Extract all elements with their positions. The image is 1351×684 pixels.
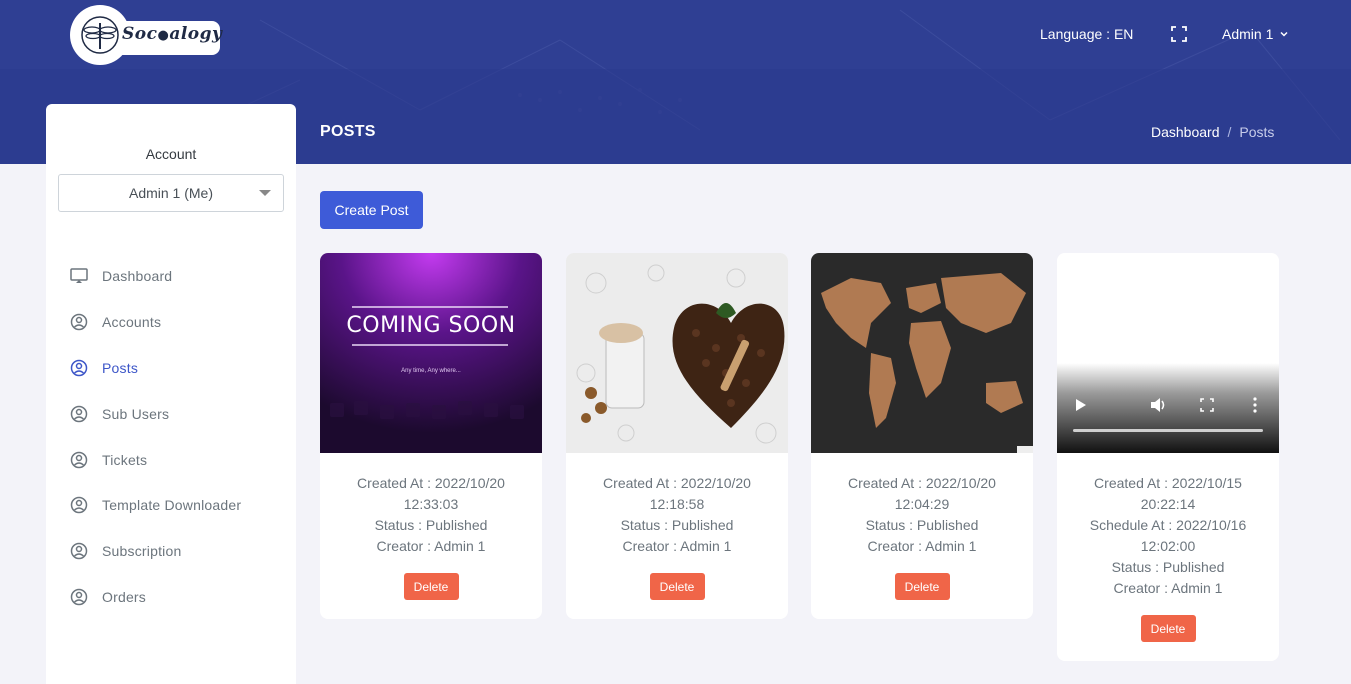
- post-info: Created At : 2022/10/20 12:04:29 Status …: [811, 453, 1033, 557]
- sidebar-item-label: Dashboard: [102, 268, 173, 284]
- create-post-button[interactable]: Create Post: [320, 191, 423, 229]
- breadcrumb-dashboard[interactable]: Dashboard: [1151, 124, 1220, 140]
- post-creator: Creator : Admin 1: [622, 538, 732, 554]
- user-circle-icon: [70, 496, 88, 514]
- user-circle-icon: [70, 313, 88, 331]
- account-select[interactable]: Admin 1 (Me): [58, 174, 284, 212]
- monitor-icon: [70, 268, 88, 283]
- sidebar-item-subscription[interactable]: Subscription: [70, 539, 290, 563]
- post-creator: Creator : Admin 1: [376, 538, 486, 554]
- post-creator: Creator : Admin 1: [867, 538, 977, 554]
- sidebar-item-dashboard[interactable]: Dashboard: [70, 264, 290, 288]
- user-circle-icon: [70, 542, 88, 560]
- more-options-icon[interactable]: [1252, 397, 1258, 413]
- post-status: Status : Published: [620, 517, 734, 533]
- user-circle-icon: [70, 451, 88, 469]
- post-info: Created At : 2022/10/15 20:22:14 Schedul…: [1057, 453, 1279, 599]
- world-map-image: [811, 253, 1033, 453]
- account-select-value: Admin 1 (Me): [128, 185, 214, 201]
- delete-button[interactable]: Delete: [1140, 615, 1196, 642]
- breadcrumb: Dashboard / Posts: [1151, 124, 1274, 140]
- brand-logo[interactable]: Soc●alogy: [70, 5, 223, 65]
- dragonfly-icon: [81, 16, 119, 54]
- post-status: Status : Published: [1111, 559, 1225, 575]
- caret-down-icon: [259, 190, 271, 196]
- sidebar-item-label: Template Downloader: [102, 497, 242, 513]
- post-card: Created At : 2022/10/15 20:22:14 Schedul…: [1057, 253, 1279, 661]
- post-image[interactable]: [811, 253, 1033, 453]
- sidebar-item-label: Posts: [102, 360, 139, 376]
- image-subcaption: Any time, Any where...: [401, 368, 461, 374]
- breadcrumb-separator: /: [1227, 124, 1232, 140]
- post-image[interactable]: COMING SOON Any time, Any where...: [320, 253, 542, 453]
- created-time: 20:22:14: [1140, 496, 1196, 512]
- play-icon[interactable]: [1075, 398, 1087, 412]
- sidebar-item-label: Sub Users: [102, 406, 170, 422]
- coming-soon-image: [320, 253, 542, 453]
- logo-text: Soc●alogy: [122, 24, 223, 44]
- account-label: Account: [145, 146, 197, 162]
- created-date: Created At : 2022/10/20: [603, 475, 751, 491]
- post-status: Status : Published: [374, 517, 488, 533]
- post-status: Status : Published: [865, 517, 979, 533]
- sidebar-item-orders[interactable]: Orders: [70, 585, 290, 609]
- user-circle-icon: [70, 359, 88, 377]
- user-circle-icon: [70, 405, 88, 423]
- sidebar-item-posts[interactable]: Posts: [70, 356, 290, 380]
- user-menu[interactable]: Admin 1: [1222, 26, 1289, 42]
- post-image[interactable]: [566, 253, 788, 453]
- sidebar-item-accounts[interactable]: Accounts: [70, 310, 290, 334]
- sidebar: Account Admin 1 (Me) Dashboard Accounts: [46, 104, 296, 684]
- user-name: Admin 1: [1222, 26, 1274, 42]
- post-card: Created At : 2022/10/20 12:04:29 Status …: [811, 253, 1033, 619]
- page-title: POSTS: [320, 123, 376, 140]
- delete-button[interactable]: Delete: [894, 573, 950, 600]
- created-date: Created At : 2022/10/20: [848, 475, 996, 491]
- fullscreen-icon[interactable]: [1200, 398, 1214, 412]
- sidebar-item-template-downloader[interactable]: Template Downloader: [70, 493, 290, 517]
- sidebar-item-label: Orders: [102, 589, 146, 605]
- image-caption: COMING SOON: [346, 313, 516, 338]
- created-time: 12:18:58: [649, 496, 705, 512]
- delete-button[interactable]: Delete: [403, 573, 459, 600]
- user-circle-icon: [70, 588, 88, 606]
- chevron-down-icon: [1280, 31, 1288, 37]
- created-time: 12:33:03: [403, 496, 459, 512]
- post-info: Created At : 2022/10/20 12:18:58 Status …: [566, 453, 788, 557]
- sidebar-item-label: Tickets: [102, 452, 148, 468]
- created-time: 12:04:29: [894, 496, 950, 512]
- coffee-heart-image: [566, 253, 788, 453]
- post-card: COMING SOON Any time, Any where... Creat…: [320, 253, 542, 619]
- sidebar-item-tickets[interactable]: Tickets: [70, 448, 290, 472]
- video-progress-bar[interactable]: [1073, 429, 1263, 432]
- post-creator: Creator : Admin 1: [1113, 580, 1223, 596]
- breadcrumb-current: Posts: [1239, 124, 1275, 140]
- delete-button[interactable]: Delete: [649, 573, 705, 600]
- sidebar-item-label: Subscription: [102, 543, 182, 559]
- post-video[interactable]: [1057, 253, 1279, 453]
- schedule-date: Schedule At : 2022/10/16: [1089, 517, 1247, 533]
- sidebar-item-sub-users[interactable]: Sub Users: [70, 402, 290, 426]
- language-selector[interactable]: Language : EN: [1040, 26, 1133, 42]
- schedule-time: 12:02:00: [1140, 538, 1196, 554]
- video-player: [1057, 253, 1279, 453]
- created-date: Created At : 2022/10/15: [1094, 475, 1242, 491]
- volume-icon[interactable]: [1150, 397, 1168, 413]
- post-info: Created At : 2022/10/20 12:33:03 Status …: [320, 453, 542, 557]
- post-card: Created At : 2022/10/20 12:18:58 Status …: [566, 253, 788, 619]
- sidebar-item-label: Accounts: [102, 314, 162, 330]
- created-date: Created At : 2022/10/20: [357, 475, 505, 491]
- fullscreen-icon[interactable]: [1171, 26, 1187, 42]
